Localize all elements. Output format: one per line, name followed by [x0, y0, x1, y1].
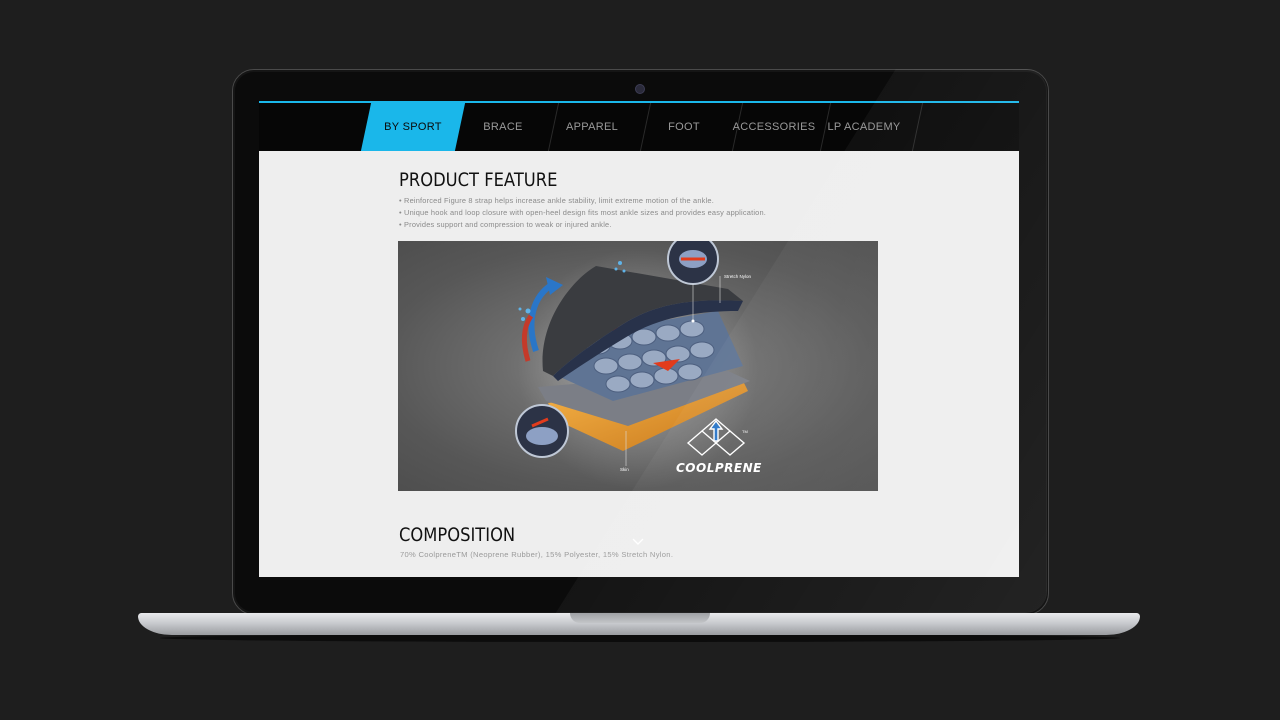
nav-label: BRACE: [483, 121, 523, 133]
laptop-shadow: [160, 634, 1120, 642]
feature-item: • Reinforced Figure 8 strap helps increa…: [399, 196, 714, 205]
browser-screen: BY SPORT BRACE APPAREL FOOT ACCESSORIES …: [259, 101, 1019, 577]
coolprene-tm: TM: [742, 429, 748, 434]
nav-item-apparel[interactable]: APPAREL: [546, 103, 652, 151]
nav-item-by-sport[interactable]: BY SPORT: [360, 103, 466, 151]
webcam: [635, 84, 645, 94]
nav-label: LP ACADEMY: [827, 121, 901, 133]
nav-label: BY SPORT: [384, 121, 442, 133]
composition-text: 70% CoolpreneTM (Neoprene Rubber), 15% P…: [400, 550, 674, 559]
chevron-down-icon[interactable]: [632, 538, 644, 546]
laptop-notch: [570, 613, 710, 623]
feature-list: • Reinforced Figure 8 strap helps increa…: [399, 195, 879, 231]
nav-item-brace[interactable]: BRACE: [460, 103, 560, 151]
nav-label: APPAREL: [565, 121, 619, 133]
coolprene-illustration: Stretch Nylon Skin COOLPRENE TM: [398, 233, 878, 491]
nav-item-foot[interactable]: FOOT: [638, 103, 744, 151]
product-feature-title: PRODUCT FEATURE: [399, 169, 558, 191]
label-skin: Skin: [620, 467, 629, 472]
nav-item-accessories[interactable]: ACCESSORIES: [730, 103, 832, 151]
feature-item: • Unique hook and loop closure with open…: [399, 208, 767, 217]
label-stretch-nylon: Stretch Nylon: [724, 274, 752, 279]
nav-label: FOOT: [668, 121, 700, 133]
main-nav: BY SPORT BRACE APPAREL FOOT ACCESSORIES …: [259, 101, 1019, 151]
product-feature-section: PRODUCT FEATURE • Reinforced Figure 8 st…: [399, 169, 879, 231]
coolprene-logo-text: COOLPRENE: [676, 461, 762, 475]
composition-title: COMPOSITION: [399, 524, 516, 546]
nav-label: ACCESSORIES: [732, 121, 816, 133]
feature-item: • Provides support and compression to we…: [399, 220, 612, 229]
material-layers-graphic: Stretch Nylon Skin COOLPRENE TM: [515, 233, 762, 489]
nav-item-lp-academy[interactable]: LP ACADEMY: [818, 103, 924, 151]
